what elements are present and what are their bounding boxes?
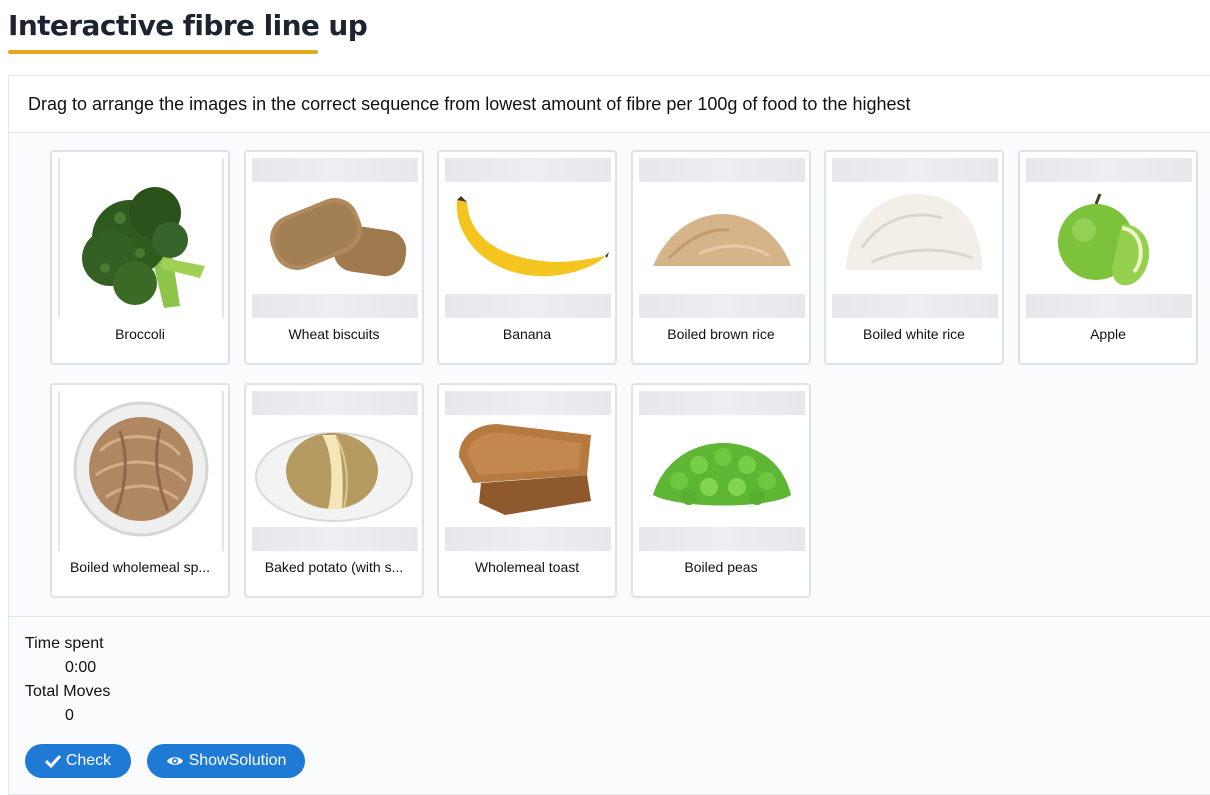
baked-potato-image (252, 391, 418, 551)
card-boiled-wholemeal-spaghetti[interactable]: Boiled wholemeal sp... (50, 383, 230, 598)
broccoli-image (58, 158, 224, 318)
card-label: Boiled white rice (863, 326, 965, 342)
card-label: Boiled wholemeal sp... (69, 559, 211, 575)
banana-image (445, 158, 611, 318)
apple-image (1026, 158, 1192, 318)
total-moves-value: 0 (65, 707, 74, 724)
card-label: Banana (502, 326, 552, 342)
peas-image (639, 391, 805, 551)
eye-icon (166, 757, 183, 765)
checkmark-icon (44, 754, 61, 768)
total-moves-label: Total Moves (25, 683, 111, 700)
card-boiled-brown-rice[interactable]: Boiled brown rice (631, 150, 811, 365)
stats-area (9, 616, 1210, 617)
card-apple[interactable]: Apple (1018, 150, 1198, 365)
card-broccoli[interactable]: Broccoli (50, 150, 230, 365)
card-label: Boiled brown rice (667, 326, 775, 342)
check-button-label: Check (65, 752, 112, 769)
check-button[interactable]: Check (25, 744, 131, 778)
card-label: Broccoli (115, 326, 165, 342)
card-wheat-biscuits[interactable]: Wheat biscuits (244, 150, 424, 365)
card-wholemeal-toast[interactable]: Wholemeal toast (437, 383, 617, 598)
activity-panel: Drag to arrange the images in the correc… (8, 75, 1210, 795)
card-label: Boiled peas (684, 559, 758, 575)
card-banana[interactable]: Banana (437, 150, 617, 365)
wholemeal-spaghetti-image (58, 391, 224, 551)
card-boiled-white-rice[interactable]: Boiled white rice (824, 150, 1004, 365)
time-spent-label: Time spent (25, 635, 104, 652)
wheat-biscuits-image (252, 158, 418, 318)
title-underline (8, 50, 318, 54)
card-baked-potato[interactable]: Baked potato (with s... (244, 383, 424, 598)
card-label: Wholemeal toast (474, 559, 580, 575)
brown-rice-image (639, 158, 805, 318)
card-label: Apple (1090, 326, 1126, 342)
card-label: Wheat biscuits (288, 326, 380, 342)
card-label: Baked potato (with s... (264, 559, 404, 575)
instructions-text: Drag to arrange the images in the correc… (9, 76, 1210, 133)
show-solution-label: ShowSolution (188, 752, 287, 769)
page-title: Interactive fibre line up (8, 9, 368, 42)
show-solution-button[interactable]: ShowSolution (147, 744, 305, 778)
wholemeal-toast-image (445, 391, 611, 551)
card-boiled-peas[interactable]: Boiled peas (631, 383, 811, 598)
time-spent-value: 0:00 (65, 659, 97, 676)
white-rice-image (832, 158, 998, 318)
